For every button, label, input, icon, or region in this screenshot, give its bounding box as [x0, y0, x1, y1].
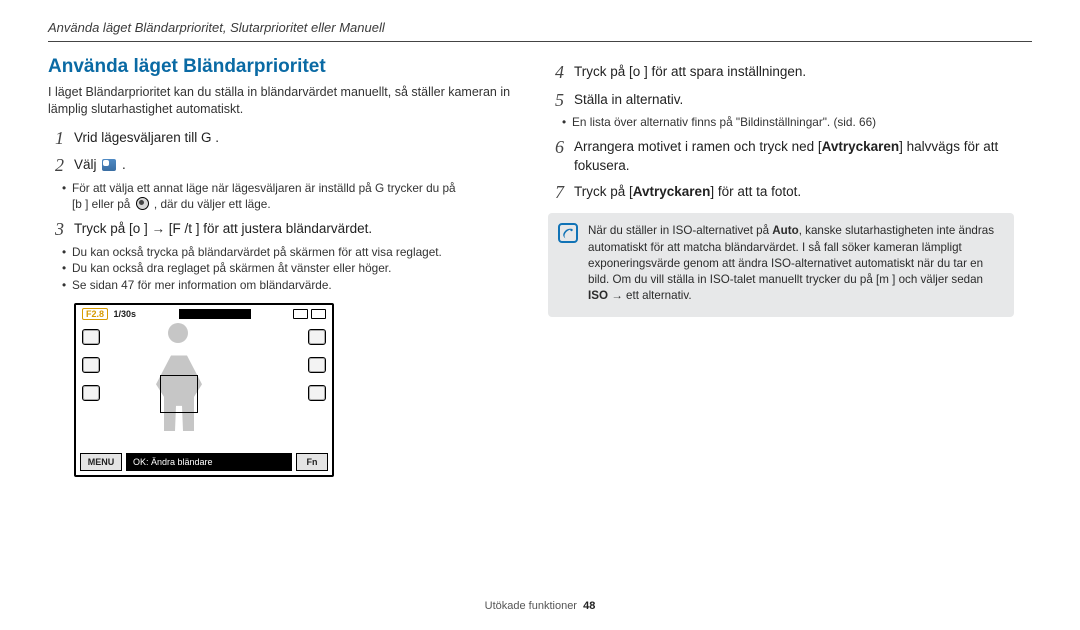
step2-prefix: Välj [74, 157, 100, 172]
mode-small-icon [82, 329, 100, 345]
step-text: Arrangera motivet i ramen och tryck ned … [574, 137, 1014, 176]
camera-small-icon [136, 197, 149, 210]
step-5-sublist: En lista över alternativ finns på "Bildi… [548, 114, 1014, 131]
macro-icon [308, 357, 326, 373]
step-text: Ställa in alternativ. [574, 90, 1014, 112]
shutter-readout: 1/30s [114, 309, 137, 319]
sub-item: Se sidan 47 för mer information om bländ… [62, 277, 514, 294]
running-header: Använda läget Bländarprioritet, Slutarpr… [48, 20, 1032, 42]
stabilizer-icon [308, 385, 326, 401]
footer-label: Utökade funktioner [485, 600, 577, 612]
bold-iso: ISO [588, 289, 608, 302]
t: → ett alternativ. [608, 289, 692, 302]
step-text: Välj . [74, 155, 514, 177]
step-3-sublist: Du kan också trycka på bländarvärdet på … [48, 244, 514, 294]
step-3: 3 Tryck på [o ] → [F /t ] för att juster… [48, 219, 514, 241]
step-number: 7 [548, 182, 564, 204]
step-text: Tryck på [Avtryckaren] för att ta fotot. [574, 182, 1014, 204]
info-note: När du ställer in ISO-alternativet på Au… [548, 213, 1014, 316]
step-number: 3 [48, 219, 64, 241]
left-column: Använda läget Bländarprioritet I läget B… [48, 56, 514, 477]
step-7: 7 Tryck på [Avtryckaren] för att ta foto… [548, 182, 1014, 204]
grid-off-icon [82, 385, 100, 401]
t: ] för att ta fotot. [710, 184, 801, 199]
mode-icon [102, 159, 116, 171]
flash-off-icon [82, 357, 100, 373]
t: Arrangera motivet i ramen och tryck ned … [574, 139, 822, 154]
step-text: Vrid lägesväljaren till G . [74, 128, 514, 150]
step-5: 5 Ställa in alternativ. [548, 90, 1014, 112]
page-number: 48 [583, 600, 595, 612]
sd-card-icon [293, 309, 308, 319]
intro-paragraph: I läget Bländarprioritet kan du ställa i… [48, 84, 514, 118]
step-number: 1 [48, 128, 64, 150]
t: Tryck på [ [574, 184, 633, 199]
exposure-meter-icon [179, 309, 251, 319]
autofocus-frame [160, 375, 198, 413]
step-text: Tryck på [o ] → [F /t ] för att justera … [74, 219, 514, 241]
t: [b ] eller på [72, 197, 134, 211]
sub-item: Du kan också dra reglaget på skärmen åt … [62, 260, 514, 277]
menu-button[interactable]: MENU [80, 453, 122, 471]
step-number: 4 [548, 62, 564, 84]
step-number: 5 [548, 90, 564, 112]
step2-suffix: . [122, 157, 126, 172]
step-1: 1 Vrid lägesväljaren till G . [48, 128, 514, 150]
aperture-readout: F2.8 [82, 308, 108, 320]
step-number: 2 [48, 155, 64, 177]
step-number: 6 [548, 137, 564, 176]
camera-screenshot: F2.8 1/30s [74, 303, 334, 477]
step-4: 4 Tryck på [o ] för att spara inställnin… [548, 62, 1014, 84]
timer-icon [308, 329, 326, 345]
bold-auto: Auto [772, 224, 798, 237]
right-column: 4 Tryck på [o ] för att spara inställnin… [548, 56, 1014, 477]
step-6: 6 Arrangera motivet i ramen och tryck ne… [548, 137, 1014, 176]
note-text: När du ställer in ISO-alternativet på Au… [588, 223, 1000, 304]
fn-button[interactable]: Fn [296, 453, 328, 471]
step-text: Tryck på [o ] för att spara inställninge… [574, 62, 1014, 84]
section-heading: Använda läget Bländarprioritet [48, 56, 514, 78]
ok-strip: OK: Ändra bländare [126, 453, 292, 471]
sub-item: En lista över alternativ finns på "Bildi… [562, 114, 1014, 131]
page-footer: Utökade funktioner 48 [0, 600, 1080, 612]
bold-shutter: Avtryckaren [633, 184, 711, 199]
step-2: 2 Välj . [48, 155, 514, 177]
sub-item: För att välja ett annat läge när lägesvä… [62, 180, 514, 213]
t: När du ställer in ISO-alternativet på [588, 224, 772, 237]
battery-icon [311, 309, 326, 319]
step-2-sublist: För att välja ett annat läge när lägesvä… [48, 180, 514, 213]
bold-shutter: Avtryckaren [822, 139, 900, 154]
t: , där du väljer ett läge. [154, 197, 271, 211]
sub-item: Du kan också trycka på bländarvärdet på … [62, 244, 514, 261]
t: För att välja ett annat läge när lägesvä… [72, 181, 456, 195]
note-icon [558, 223, 578, 243]
